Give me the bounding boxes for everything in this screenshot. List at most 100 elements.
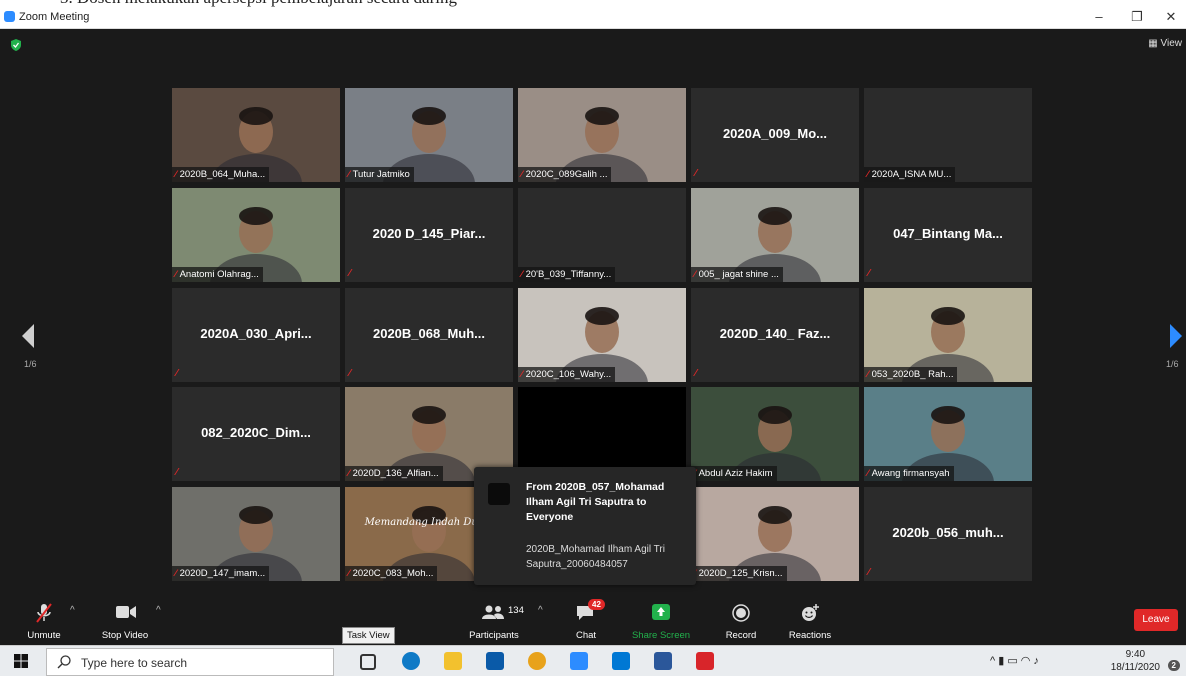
muted-mic-icon: ⁄ — [694, 269, 696, 280]
muted-mic-icon: ⁄ — [867, 468, 869, 479]
participant-display-name: 2020B_068_Muh... — [372, 326, 485, 341]
participant-name-label: ⁄ 2020B_064_Muha... — [172, 167, 270, 182]
outlook-icon[interactable] — [612, 652, 630, 670]
close-button[interactable]: ✕ — [1156, 9, 1186, 25]
participant-tile[interactable]: 2020A_009_Mo... ⁄ — [691, 88, 859, 182]
chat-notification[interactable]: From 2020B_057_Mohamad Ilham Agil Tri Sa… — [474, 467, 696, 585]
participant-tile[interactable]: 2020D_140_ Faz... ⁄ — [691, 288, 859, 382]
muted-mic-icon: ⁄ — [695, 368, 697, 379]
grid-icon: ▦ — [1148, 38, 1158, 49]
participant-name-label: ⁄2020D_125_Krisn... — [691, 566, 787, 581]
meeting-area: ▦ View 1/6 1/6 ⁄ 2020B_064_Muha... ⁄ Tutur … — [0, 29, 1186, 595]
prev-page-arrow-icon[interactable] — [22, 324, 36, 348]
participants-caret[interactable]: ^ — [538, 605, 543, 616]
participant-tile[interactable]: ⁄ 2020C_089Galih ... — [518, 88, 686, 182]
participant-tile[interactable]: ⁄ 2020B_064_Muha... — [172, 88, 340, 182]
muted-mic-icon: ⁄ — [521, 269, 523, 280]
muted-mic-icon: ⁄ — [868, 567, 870, 578]
muted-mic-icon: ⁄ — [695, 168, 697, 179]
taskbar-search-input[interactable]: Type here to search — [46, 648, 334, 676]
participant-name-label: ⁄ Anatomi Olahrag... — [172, 267, 263, 282]
participant-name-label: ⁄ 2020C_089Galih ... — [518, 167, 612, 182]
view-button[interactable]: ▦ View — [1148, 38, 1182, 49]
leave-button[interactable]: Leave — [1134, 609, 1178, 631]
participant-tile[interactable]: 2020B_068_Muh... ⁄ — [345, 288, 513, 382]
taskbar-clock[interactable]: 9:40 18/11/2020 — [1111, 648, 1160, 674]
participant-tile[interactable]: ⁄ 2020D_147_imam... — [172, 487, 340, 581]
participant-tile[interactable]: ⁄2020D_125_Krisn... — [691, 487, 859, 581]
video-options-caret[interactable]: ^ — [156, 605, 161, 616]
muted-mic-icon: ⁄ — [867, 169, 869, 180]
muted-mic-icon: ⁄ — [176, 467, 178, 478]
participant-tile[interactable]: 2020A_030_Apri... ⁄ — [172, 288, 340, 382]
zoom-app-icon — [4, 11, 15, 22]
title-bar: Zoom Meeting – ❐ ✕ — [0, 8, 1186, 29]
share-screen-icon — [652, 604, 670, 620]
chrome-icon[interactable] — [528, 652, 546, 670]
muted-mic-icon: ⁄ — [175, 169, 177, 180]
muted-mic-icon: ⁄ — [868, 268, 870, 279]
participant-name-label: ⁄Abdul Aziz Hakim — [691, 466, 777, 481]
participant-tile[interactable]: ⁄ Tutur Jatmiko — [345, 88, 513, 182]
participants-button[interactable]: 134 Participants — [462, 599, 526, 644]
participant-tile[interactable]: 2020b_056_muh... ⁄ — [864, 487, 1032, 581]
word-icon[interactable] — [654, 652, 672, 670]
participant-name-label: ⁄ 20'B_039_Tiffanny... — [518, 267, 616, 282]
file-explorer-icon[interactable] — [444, 652, 462, 670]
muted-mic-icon: ⁄ — [867, 369, 869, 380]
participant-tile[interactable]: ⁄ 2020A_ISNA MU... — [864, 88, 1032, 182]
smiley-reaction-icon — [802, 604, 819, 621]
pdf-reader-icon[interactable] — [696, 652, 714, 670]
participants-icon — [482, 605, 504, 619]
reactions-button[interactable]: Reactions — [782, 599, 838, 644]
minimize-button[interactable]: – — [1084, 9, 1114, 24]
participant-tile[interactable]: ⁄ Awang firmansyah — [864, 387, 1032, 481]
chat-notification-from: From 2020B_057_Mohamad Ilham Agil Tri Sa… — [526, 481, 665, 523]
meeting-toolbar: Unmute ^ Stop Video ^ 134 Participants ^… — [0, 595, 1186, 644]
chat-button[interactable]: 42 Chat — [566, 599, 606, 644]
page-indicator-left: 1/6 — [24, 359, 37, 369]
participant-name-label: ⁄ 2020D_136_Alfian... — [345, 466, 443, 481]
muted-mic-icon: ⁄ — [349, 268, 351, 279]
next-page-arrow-icon[interactable] — [1168, 324, 1182, 348]
page-indicator-right: 1/6 — [1166, 359, 1179, 369]
muted-mic-icon: ⁄ — [175, 269, 177, 280]
windows-start-icon[interactable] — [14, 654, 28, 668]
participant-tile[interactable]: 082_2020C_Dim... ⁄ — [172, 387, 340, 481]
muted-mic-icon: ⁄ — [348, 169, 350, 180]
audio-options-caret[interactable]: ^ — [70, 605, 75, 616]
participant-tile[interactable]: ⁄ 2020C_106_Wahy... — [518, 288, 686, 382]
zoom-taskbar-icon[interactable] — [570, 652, 588, 670]
record-button[interactable]: Record — [718, 599, 764, 644]
mail-icon[interactable] — [486, 652, 504, 670]
participant-tile[interactable]: ⁄ 005_ jagat shine ... — [691, 188, 859, 282]
participant-name-label: ⁄ 2020C_083_Moh... — [345, 566, 438, 581]
sender-avatar — [488, 483, 510, 505]
participant-display-name: 2020D_140_ Faz... — [719, 326, 831, 341]
security-shield-icon[interactable] — [10, 39, 22, 51]
participant-tile[interactable]: ⁄ 053_2020B_ Rah... — [864, 288, 1032, 382]
participant-tile[interactable]: 2020 D_145_Piar... ⁄ — [345, 188, 513, 282]
muted-mic-icon: ⁄ — [175, 568, 177, 579]
tray-icons[interactable]: ^ ▮ ▭ ◠ ♪ — [990, 654, 1039, 667]
muted-mic-icon — [36, 603, 52, 623]
participant-tile[interactable]: ⁄ Anatomi Olahrag... — [172, 188, 340, 282]
search-icon — [57, 655, 71, 669]
participant-tile[interactable]: ⁄ 20'B_039_Tiffanny... — [518, 188, 686, 282]
muted-mic-icon: ⁄ — [521, 169, 523, 180]
participant-display-name: 2020A_009_Mo... — [722, 126, 828, 141]
windows-taskbar: Type here to search ^ ▮ ▭ ◠ ♪ 9:40 18/11… — [0, 645, 1186, 676]
participant-name-label: ⁄ 2020A_ISNA MU... — [864, 167, 956, 182]
participants-count: 134 — [508, 605, 524, 616]
unmute-button[interactable]: Unmute — [22, 599, 66, 644]
share-screen-button[interactable]: Share Screen — [628, 599, 694, 644]
record-icon — [732, 604, 750, 622]
edge-browser-icon[interactable] — [402, 652, 420, 670]
task-view-icon[interactable] — [360, 654, 376, 670]
notification-count[interactable]: 2 — [1167, 660, 1180, 671]
participant-name-label: ⁄ 005_ jagat shine ... — [691, 267, 783, 282]
maximize-button[interactable]: ❐ — [1122, 9, 1152, 25]
stop-video-button[interactable]: Stop Video — [96, 599, 154, 644]
participant-tile[interactable]: 047_Bintang Ma... ⁄ — [864, 188, 1032, 282]
participant-tile[interactable]: ⁄Abdul Aziz Hakim — [691, 387, 859, 481]
